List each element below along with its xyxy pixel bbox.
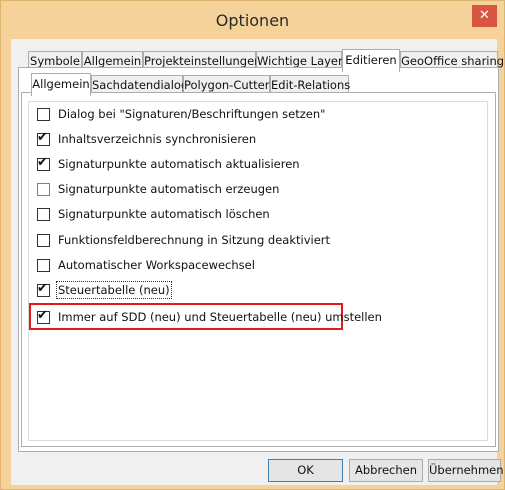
title-bar[interactable]: Optionen ✕ [1, 1, 504, 39]
option-dialog-signaturen[interactable]: Dialog bei "Signaturen/Beschriftungen se… [37, 106, 325, 122]
checkbox[interactable]: ✔ [37, 307, 50, 324]
option-label: Signaturpunkte automatisch aktualisieren [58, 157, 300, 171]
option-label: Inhaltsverzeichnis synchronisieren [58, 132, 257, 146]
option-label: Signaturpunkte automatisch löschen [58, 207, 270, 221]
check-icon: ✔ [37, 280, 48, 296]
check-icon: ✔ [37, 129, 48, 145]
apply-button[interactable]: Übernehmen [428, 459, 504, 482]
checkbox[interactable]: ✔ [37, 129, 50, 146]
checkbox[interactable] [37, 258, 50, 272]
option-immer-sdd-umstellen[interactable]: ✔ Immer auf SDD (neu) und Steuertabelle … [37, 307, 382, 325]
checkbox[interactable]: ✔ [37, 280, 50, 297]
close-icon: ✕ [479, 8, 490, 23]
option-label: Dialog bei "Signaturen/Beschriftungen se… [58, 107, 326, 121]
option-label: Funktionsfeldberechnung in Sitzung deakt… [58, 233, 331, 247]
subtab-allgemein[interactable]: Allgemein [31, 73, 91, 96]
option-inhaltsverzeichnis[interactable]: ✔ Inhaltsverzeichnis synchronisieren [37, 129, 257, 147]
cancel-button[interactable]: Abbrechen [349, 459, 423, 482]
option-label: Automatischer Workspacewechsel [58, 258, 255, 272]
option-workspacewechsel[interactable]: Automatischer Workspacewechsel [37, 257, 255, 273]
ok-button[interactable]: OK [268, 459, 343, 482]
window-title: Optionen [215, 11, 290, 30]
option-funktionsfeldberechnung[interactable]: Funktionsfeldberechnung in Sitzung deakt… [37, 232, 330, 248]
checkbox[interactable] [37, 207, 50, 221]
checkbox[interactable] [37, 107, 50, 121]
tab-editieren[interactable]: Editieren [342, 49, 400, 72]
option-signaturpunkte-erzeugen[interactable]: Signaturpunkte automatisch erzeugen [37, 181, 279, 197]
option-steuertabelle-neu[interactable]: ✔ Steuertabelle (neu) [37, 280, 172, 299]
close-button[interactable]: ✕ [472, 5, 497, 27]
option-label: Immer auf SDD (neu) und Steuertabelle (n… [58, 310, 382, 324]
check-icon: ✔ [37, 154, 48, 170]
option-label: Steuertabelle (neu) [56, 281, 172, 299]
option-signaturpunkte-aktualisieren[interactable]: ✔ Signaturpunkte automatisch aktualisier… [37, 154, 300, 172]
check-icon: ✔ [37, 307, 48, 323]
checkbox[interactable]: ✔ [37, 154, 50, 171]
checkbox[interactable] [37, 182, 50, 196]
option-signaturpunkte-loeschen[interactable]: Signaturpunkte automatisch löschen [37, 206, 270, 222]
option-label: Signaturpunkte automatisch erzeugen [58, 182, 280, 196]
checkbox[interactable] [37, 233, 50, 247]
